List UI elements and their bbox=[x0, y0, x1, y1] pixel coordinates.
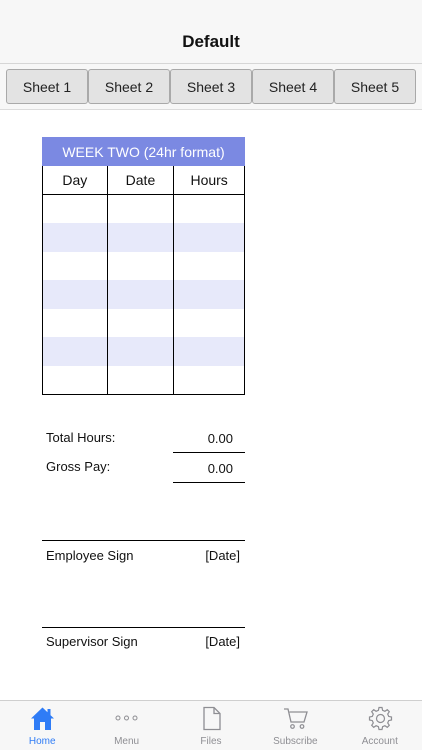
day-cell[interactable] bbox=[42, 280, 108, 309]
supervisor-sign-date: [Date] bbox=[205, 634, 240, 649]
day-cell[interactable] bbox=[42, 251, 108, 281]
page-title: Default bbox=[182, 32, 240, 51]
day-cell[interactable] bbox=[42, 308, 108, 338]
tab-home-label: Home bbox=[28, 736, 56, 747]
hours-cell[interactable] bbox=[173, 194, 245, 224]
gross-pay-underline bbox=[173, 482, 245, 483]
employee-sign-date: [Date] bbox=[205, 548, 240, 563]
tab-files[interactable]: Files bbox=[169, 701, 253, 750]
hours-cell[interactable] bbox=[173, 366, 245, 396]
document-icon bbox=[203, 706, 221, 731]
tab-menu[interactable]: Menu bbox=[84, 701, 168, 750]
table-row bbox=[42, 223, 245, 252]
home-icon bbox=[31, 707, 54, 730]
tab-sheet-5[interactable]: Sheet 5 bbox=[334, 69, 416, 104]
date-cell[interactable] bbox=[106, 280, 175, 309]
supervisor-sign-line bbox=[42, 627, 245, 628]
day-cell[interactable] bbox=[42, 366, 108, 396]
table-row bbox=[42, 366, 245, 396]
navigation-bar: Default bbox=[0, 0, 422, 64]
total-hours-underline bbox=[173, 452, 245, 453]
cart-icon bbox=[284, 708, 309, 729]
week-header: WEEK TWO (24hr format) bbox=[42, 137, 245, 166]
date-cell[interactable] bbox=[106, 337, 175, 367]
table-row bbox=[42, 280, 245, 309]
column-header-hours: Hours bbox=[173, 165, 245, 195]
day-cell[interactable] bbox=[42, 337, 108, 367]
hours-cell[interactable] bbox=[173, 223, 245, 252]
date-cell[interactable] bbox=[106, 251, 175, 281]
tab-sheet-3[interactable]: Sheet 3 bbox=[170, 69, 252, 104]
table-row bbox=[42, 337, 245, 367]
hours-cell[interactable] bbox=[173, 337, 245, 367]
hours-cell[interactable] bbox=[173, 280, 245, 309]
hours-cell[interactable] bbox=[173, 251, 245, 281]
tab-subscribe[interactable]: Subscribe bbox=[253, 701, 337, 750]
total-hours-label: Total Hours: bbox=[46, 430, 116, 445]
more-icon bbox=[115, 715, 138, 721]
table-row bbox=[42, 251, 245, 281]
gross-pay-value: 0.00 bbox=[207, 461, 233, 476]
supervisor-sign-label: Supervisor Sign bbox=[46, 634, 138, 649]
tab-sheet-2[interactable]: Sheet 2 bbox=[88, 69, 170, 104]
bottom-tab-bar: Home Menu Files Subscribe Account bbox=[0, 700, 422, 750]
date-cell[interactable] bbox=[106, 223, 175, 252]
gear-icon bbox=[368, 706, 392, 731]
tab-sheet-4[interactable]: Sheet 4 bbox=[252, 69, 334, 104]
tab-home[interactable]: Home bbox=[0, 701, 84, 750]
employee-sign-label: Employee Sign bbox=[46, 548, 134, 563]
date-cell[interactable] bbox=[106, 194, 175, 224]
tab-account-label: Account bbox=[361, 736, 398, 747]
day-cell[interactable] bbox=[42, 223, 108, 252]
tab-files-label: Files bbox=[200, 736, 222, 747]
hours-cell[interactable] bbox=[173, 308, 245, 338]
tab-sheet-1[interactable]: Sheet 1 bbox=[6, 69, 88, 104]
column-header-date: Date bbox=[106, 165, 175, 195]
tab-menu-label: Menu bbox=[114, 736, 140, 747]
date-cell[interactable] bbox=[106, 308, 175, 338]
tab-account[interactable]: Account bbox=[338, 701, 422, 750]
table-row bbox=[42, 308, 245, 338]
timesheet-table: WEEK TWO (24hr format) Day Date Hours bbox=[42, 137, 245, 396]
sheet-tab-strip: Sheet 1 Sheet 2 Sheet 3 Sheet 4 Sheet 5 bbox=[0, 64, 422, 110]
table-row bbox=[42, 194, 245, 224]
date-cell[interactable] bbox=[106, 366, 175, 396]
tab-subscribe-label: Subscribe bbox=[273, 736, 318, 747]
column-header-day: Day bbox=[42, 165, 108, 195]
total-hours-value: 0.00 bbox=[207, 431, 233, 446]
employee-sign-line bbox=[42, 540, 245, 541]
gross-pay-label: Gross Pay: bbox=[46, 459, 111, 474]
day-cell[interactable] bbox=[42, 194, 108, 224]
